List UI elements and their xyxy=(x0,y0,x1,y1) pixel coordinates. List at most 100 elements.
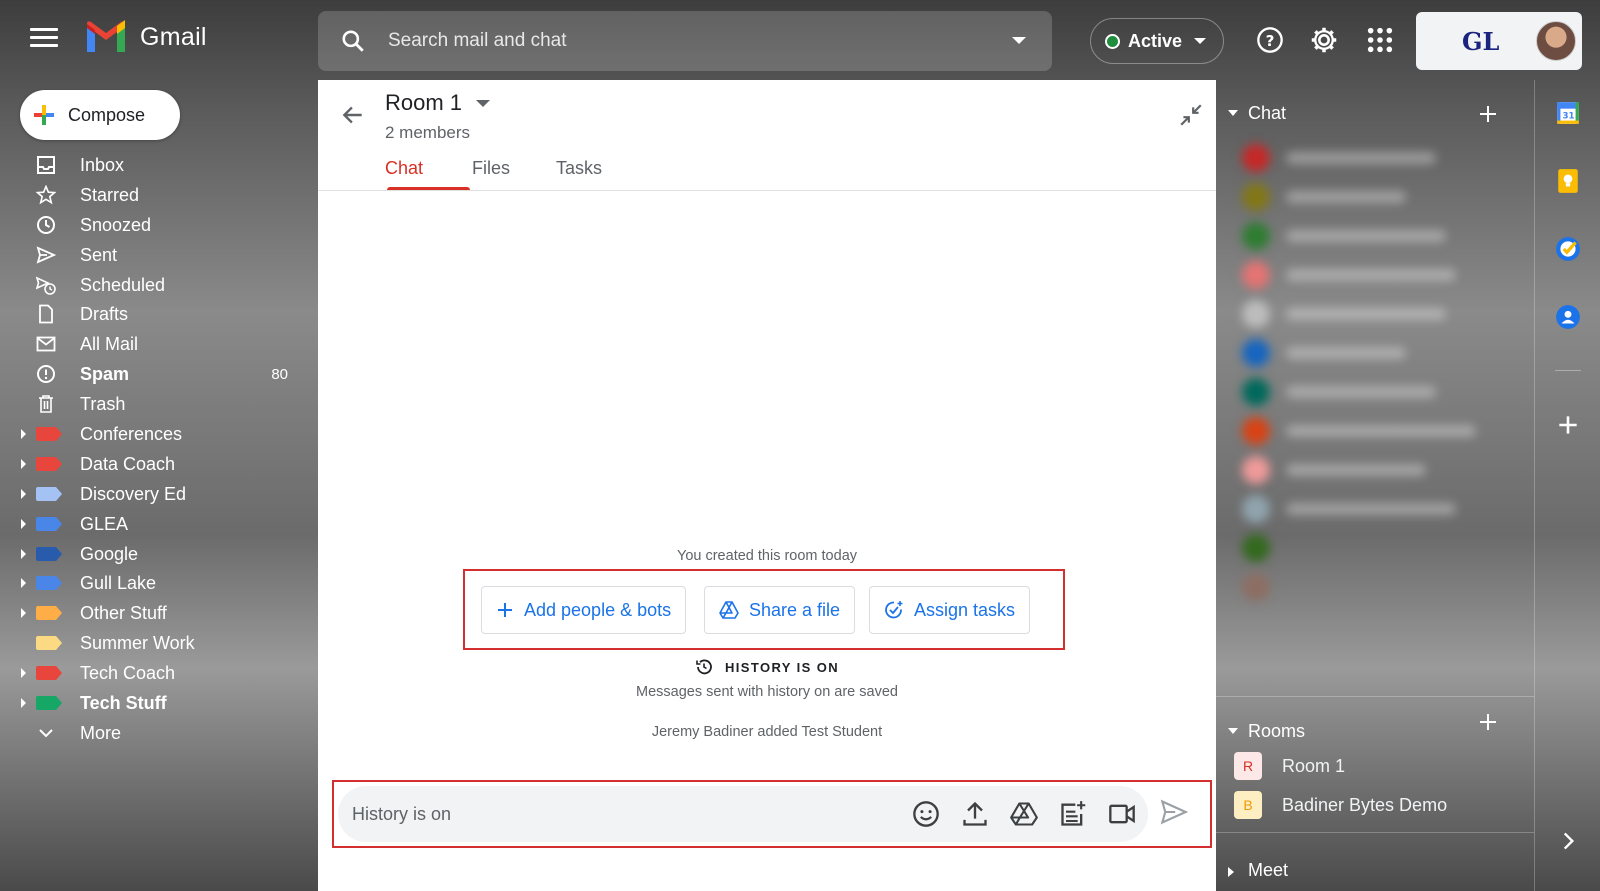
room-list-item[interactable]: R Room 1 xyxy=(1228,746,1518,786)
sidebar-item-inbox[interactable]: Inbox xyxy=(0,150,318,180)
svg-text:?: ? xyxy=(1266,32,1275,50)
room-avatar: B xyxy=(1234,791,1262,819)
help-icon[interactable]: ? xyxy=(1256,26,1284,54)
status-dropdown[interactable]: Active xyxy=(1090,18,1224,64)
tab-tasks[interactable]: Tasks xyxy=(556,158,602,191)
new-room-plus-icon[interactable] xyxy=(1478,712,1498,732)
back-arrow-icon[interactable] xyxy=(340,102,366,128)
sidebar-label-tech-coach[interactable]: Tech Coach xyxy=(0,658,318,688)
room-tabs: Chat Files Tasks xyxy=(385,158,602,191)
drive-icon xyxy=(719,601,739,619)
sidebar-label-other-stuff[interactable]: Other Stuff xyxy=(0,598,318,628)
contacts-icon[interactable] xyxy=(1555,304,1581,330)
new-chat-plus-icon[interactable] xyxy=(1478,104,1498,124)
share-file-button[interactable]: Share a file xyxy=(704,586,856,634)
search-icon[interactable] xyxy=(340,28,366,54)
tab-chat[interactable]: Chat xyxy=(385,158,472,191)
chat-contact-row[interactable] xyxy=(1236,530,1496,566)
video-meeting-icon[interactable] xyxy=(1108,800,1136,828)
account-area[interactable]: GL xyxy=(1416,12,1582,70)
star-icon xyxy=(36,184,56,205)
chat-section-title[interactable]: Chat xyxy=(1248,103,1286,124)
chevron-down-icon[interactable] xyxy=(1228,110,1238,116)
send-message-icon[interactable] xyxy=(1160,798,1188,826)
sidebar-item-sent[interactable]: Sent xyxy=(0,240,318,270)
sidebar-label-gull-lake[interactable]: Gull Lake xyxy=(0,568,318,598)
assign-tasks-button[interactable]: Assign tasks xyxy=(869,586,1031,634)
expand-arrow-icon[interactable] xyxy=(21,608,26,619)
chat-contact-row[interactable] xyxy=(1236,257,1496,293)
status-label: Active xyxy=(1128,30,1183,51)
meet-section-title[interactable]: Meet xyxy=(1248,860,1288,881)
chat-rooms-panel: Chat Rooms R Room 1 B Badiner Bytes Demo… xyxy=(1216,80,1534,891)
user-avatar[interactable] xyxy=(1536,21,1576,61)
chat-contact-row[interactable] xyxy=(1236,569,1496,605)
expand-arrow-icon[interactable] xyxy=(21,698,26,709)
room-members-count[interactable]: 2 members xyxy=(385,123,470,143)
search-bar[interactable] xyxy=(318,11,1052,71)
room-list-item[interactable]: B Badiner Bytes Demo xyxy=(1228,785,1518,825)
sidebar-item-more[interactable]: More xyxy=(0,718,318,748)
room-title-dropdown[interactable]: Room 1 xyxy=(385,90,491,116)
rooms-section-title[interactable]: Rooms xyxy=(1248,721,1305,742)
chat-contact-row[interactable] xyxy=(1236,413,1496,449)
sidebar-item-snoozed[interactable]: Snoozed xyxy=(0,210,318,240)
expand-arrow-icon[interactable] xyxy=(21,518,26,529)
sidebar-label-google[interactable]: Google xyxy=(0,539,318,569)
add-people-bots-button[interactable]: Add people & bots xyxy=(481,586,687,634)
add-addon-plus-icon[interactable] xyxy=(1555,412,1581,438)
chevron-right-icon[interactable] xyxy=(1555,828,1581,854)
message-compose-field[interactable] xyxy=(338,786,1148,842)
sidebar-label-conferences[interactable]: Conferences xyxy=(0,419,318,449)
expand-arrow-icon[interactable] xyxy=(21,578,26,589)
gmail-logo[interactable]: Gmail xyxy=(84,20,207,54)
emoji-icon[interactable] xyxy=(912,800,940,828)
chat-contact-row[interactable] xyxy=(1236,491,1496,527)
sidebar-item-all-mail[interactable]: All Mail xyxy=(0,329,318,359)
search-input[interactable] xyxy=(388,25,948,57)
tab-files[interactable]: Files xyxy=(472,158,556,191)
sidebar-item-label: Spam xyxy=(80,364,130,385)
compose-label: Compose xyxy=(68,104,146,125)
sidebar-item-label: GLEA xyxy=(80,513,129,534)
sidebar-label-discovery-ed[interactable]: Discovery Ed xyxy=(0,479,318,509)
sidebar-item-starred[interactable]: Starred xyxy=(0,180,318,210)
sidebar-item-drafts[interactable]: Drafts xyxy=(0,299,318,329)
label-tag-icon xyxy=(36,666,62,681)
settings-gear-icon[interactable] xyxy=(1310,26,1338,54)
sidebar-item-trash[interactable]: Trash xyxy=(0,389,318,419)
chevron-right-icon[interactable] xyxy=(1228,867,1234,877)
keep-icon[interactable] xyxy=(1555,168,1581,194)
apps-grid-icon[interactable] xyxy=(1366,26,1394,54)
drive-icon[interactable] xyxy=(1010,800,1038,828)
tasks-icon[interactable] xyxy=(1555,236,1581,262)
sidebar-label-data-coach[interactable]: Data Coach xyxy=(0,449,318,479)
calendar-icon[interactable]: 31 xyxy=(1555,100,1581,126)
compose-button[interactable]: Compose xyxy=(20,90,180,140)
expand-arrow-icon[interactable] xyxy=(21,548,26,559)
upload-icon[interactable] xyxy=(961,800,989,828)
chat-contact-row[interactable] xyxy=(1236,452,1496,488)
sidebar-item-spam[interactable]: Spam 80 xyxy=(0,359,318,389)
expand-arrow-icon[interactable] xyxy=(21,458,26,469)
expand-arrow-icon[interactable] xyxy=(21,668,26,679)
room-created-note: You created this room today xyxy=(676,548,858,564)
sidebar-label-summer-work[interactable]: Summer Work xyxy=(0,628,318,658)
chat-contact-row[interactable] xyxy=(1236,218,1496,254)
expand-arrow-icon[interactable] xyxy=(21,488,26,499)
chat-contact-row[interactable] xyxy=(1236,140,1496,176)
search-options-icon[interactable] xyxy=(1012,37,1026,44)
minimize-icon[interactable] xyxy=(1178,102,1204,128)
sidebar-item-scheduled[interactable]: Scheduled xyxy=(0,270,318,300)
chat-contact-row[interactable] xyxy=(1236,374,1496,410)
main-menu-icon[interactable] xyxy=(30,28,58,52)
message-input[interactable] xyxy=(352,800,732,828)
sidebar-label-tech-stuff[interactable]: Tech Stuff xyxy=(0,688,318,718)
chat-contact-row[interactable] xyxy=(1236,296,1496,332)
chat-contact-row[interactable] xyxy=(1236,179,1496,215)
expand-arrow-icon[interactable] xyxy=(21,429,26,440)
chevron-down-icon[interactable] xyxy=(1228,728,1238,734)
chat-contact-row[interactable] xyxy=(1236,335,1496,371)
sidebar-label-glea[interactable]: GLEA xyxy=(0,509,318,539)
add-doc-icon[interactable] xyxy=(1059,800,1087,828)
